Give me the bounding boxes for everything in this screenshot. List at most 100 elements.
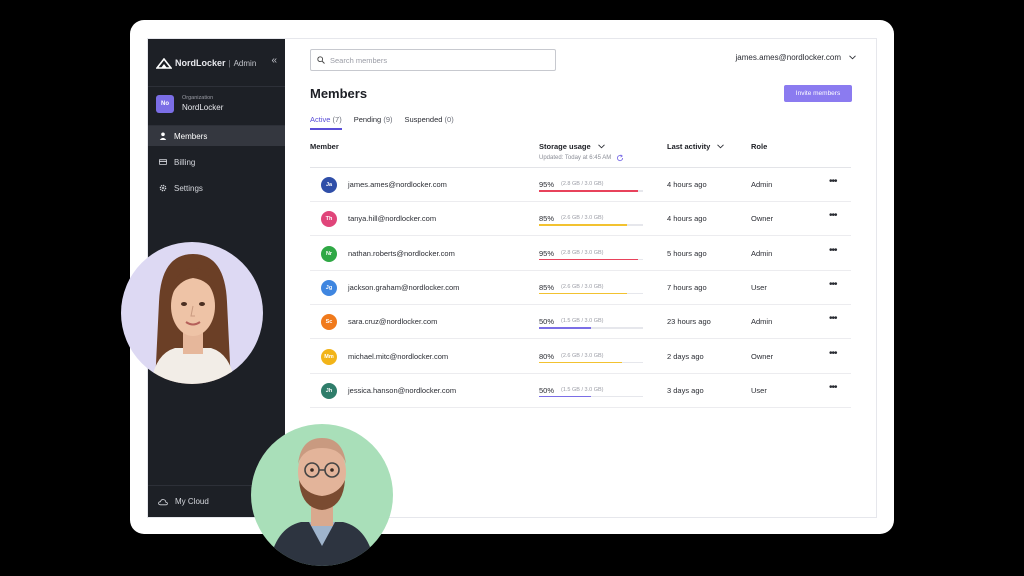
- storage-size: (2.6 GB / 3.0 GB): [561, 215, 604, 222]
- storage-percent: 50%: [539, 317, 555, 327]
- column-header-storage[interactable]: Storage usage: [539, 142, 605, 151]
- storage-percent: 85%: [539, 282, 555, 292]
- storage-bar-fill: [539, 258, 638, 261]
- column-header-member: Member: [310, 142, 339, 151]
- sidebar-item-billing[interactable]: Billing: [148, 152, 285, 172]
- storage-size: (2.8 GB / 3.0 GB): [561, 181, 604, 187]
- more-options-icon[interactable]: •••: [829, 210, 837, 221]
- table-row[interactable]: Jh jessica.hanson@nordlocker.com 50% (1.5 G…: [310, 374, 851, 408]
- account-email: james.ames@nordlocker.com: [735, 53, 842, 62]
- storage-bar: [539, 258, 643, 261]
- tab-count: (0): [444, 115, 454, 124]
- tab-label: Suspended: [404, 115, 443, 124]
- more-options-icon[interactable]: •••: [829, 382, 837, 393]
- storage-size: (2.6 GB / 3.0 GB): [561, 352, 604, 359]
- column-label: Last activity: [667, 142, 711, 151]
- more-options-icon[interactable]: •••: [829, 313, 837, 324]
- storage-bar-fill: [539, 361, 623, 363]
- invite-members-button[interactable]: Invite members: [784, 85, 852, 102]
- member-role: User: [751, 385, 767, 395]
- member-role: Admin: [751, 248, 773, 258]
- avatar: Th: [321, 211, 337, 228]
- last-activity: 5 hours ago: [667, 248, 707, 258]
- storage-percent: 85%: [539, 214, 555, 224]
- storage-bar-fill: [539, 395, 591, 398]
- storage-bar: [539, 361, 643, 363]
- member-email: michael.mitc@nordlocker.com: [348, 351, 449, 361]
- storage-percent: 80%: [539, 351, 555, 361]
- woman-portrait-illustration: [151, 254, 235, 384]
- member-email: tanya.hill@nordlocker.com: [348, 214, 437, 224]
- tab-suspended[interactable]: Suspended (0): [405, 115, 454, 130]
- sidebar-item-settings[interactable]: Settings: [148, 178, 285, 198]
- more-options-icon[interactable]: •••: [829, 176, 837, 187]
- storage-bar-fill: [539, 190, 638, 192]
- sidebar-item-label: Members: [174, 131, 208, 141]
- nordlocker-logo-icon: [156, 57, 172, 69]
- more-options-icon[interactable]: •••: [829, 245, 837, 256]
- storage-size: (1.5 GB / 3.0 GB): [561, 386, 604, 393]
- refresh-icon[interactable]: [616, 154, 624, 162]
- user-icon: [159, 132, 167, 140]
- card-icon: [159, 158, 167, 165]
- storage-size: (2.6 GB / 3.0 GB): [561, 283, 604, 290]
- last-activity: 7 hours ago: [667, 282, 707, 292]
- avatar: Ja: [321, 177, 337, 193]
- table-row[interactable]: Sc sara.cruz@nordlocker.com 50% (1.5 GB / 3…: [310, 305, 851, 340]
- tab-label: Active: [310, 115, 331, 124]
- table-row[interactable]: Nr nathan.roberts@nordlocker.com 95% (2.8 G…: [310, 237, 851, 271]
- table-row[interactable]: Ja james.ames@nordlocker.com 95% (2.8 GB / …: [310, 168, 851, 202]
- avatar: Sc: [321, 314, 337, 331]
- search-icon: [317, 56, 325, 64]
- brand-name: NordLocker: [175, 58, 226, 68]
- search-input[interactable]: [330, 55, 530, 65]
- avatar: Jh: [321, 382, 337, 399]
- last-activity: 2 days ago: [667, 351, 704, 361]
- org-name: NordLocker: [182, 103, 224, 112]
- column-label: Storage usage: [539, 142, 591, 151]
- brand-logo[interactable]: NordLocker | Admin: [156, 55, 278, 71]
- member-role: Admin: [751, 317, 773, 327]
- brand-separator: |: [228, 58, 231, 68]
- updated-text: Updated: Today at 6:45 AM: [539, 155, 612, 161]
- avatar: Jg: [321, 279, 337, 296]
- tab-pending[interactable]: Pending (9): [354, 115, 393, 130]
- table-row[interactable]: Mm michael.mitc@nordlocker.com 80% (2.6 GB …: [310, 340, 851, 374]
- collapse-sidebar-icon[interactable]: «: [271, 55, 277, 66]
- table-row[interactable]: Jg jackson.graham@nordlocker.com 85% (2.6 G…: [310, 271, 851, 305]
- search-box[interactable]: [310, 49, 556, 71]
- member-role: Owner: [751, 351, 774, 361]
- storage-bar: [539, 327, 643, 329]
- account-menu[interactable]: james.ames@nordlocker.com: [736, 53, 857, 62]
- more-options-icon[interactable]: •••: [829, 279, 837, 290]
- storage-updated-note: Updated: Today at 6:45 AM: [539, 154, 624, 162]
- man-portrait-illustration: [269, 438, 375, 566]
- member-email: jessica.hanson@nordlocker.com: [348, 385, 457, 395]
- gear-icon: [159, 184, 167, 192]
- column-label: Member: [310, 142, 339, 151]
- cloud-icon: [158, 498, 168, 505]
- member-tabs: Active (7) Pending (9) Suspended (0): [310, 115, 466, 130]
- sidebar-item-members[interactable]: Members: [148, 126, 285, 146]
- organization-switcher[interactable]: No Organization NordLocker: [148, 86, 285, 126]
- last-activity: 4 hours ago: [667, 214, 707, 224]
- app-window: NordLocker | Admin « No Organization Nor…: [147, 38, 877, 518]
- storage-bar-fill: [539, 327, 591, 329]
- last-activity: 3 days ago: [667, 385, 704, 395]
- member-email: nathan.roberts@nordlocker.com: [348, 248, 455, 258]
- table-row[interactable]: Th tanya.hill@nordlocker.com 85% (2.6 GB / …: [310, 202, 851, 237]
- avatar: Mm: [321, 348, 337, 365]
- tab-active[interactable]: Active (7): [310, 115, 342, 130]
- sidebar-item-label: Settings: [174, 183, 203, 193]
- storage-percent: 95%: [539, 248, 555, 258]
- column-header-last-activity[interactable]: Last activity: [667, 142, 725, 151]
- org-label: Organization: [182, 95, 214, 101]
- storage-bar: [539, 395, 643, 398]
- woman-portrait-photo: [121, 242, 263, 384]
- more-options-icon[interactable]: •••: [829, 348, 837, 359]
- member-role: Admin: [751, 180, 773, 189]
- my-cloud-label: My Cloud: [175, 497, 209, 506]
- last-activity: 4 hours ago: [667, 180, 707, 189]
- storage-size: (2.8 GB / 3.0 GB): [561, 249, 604, 256]
- storage-size: (1.5 GB / 3.0 GB): [561, 318, 604, 325]
